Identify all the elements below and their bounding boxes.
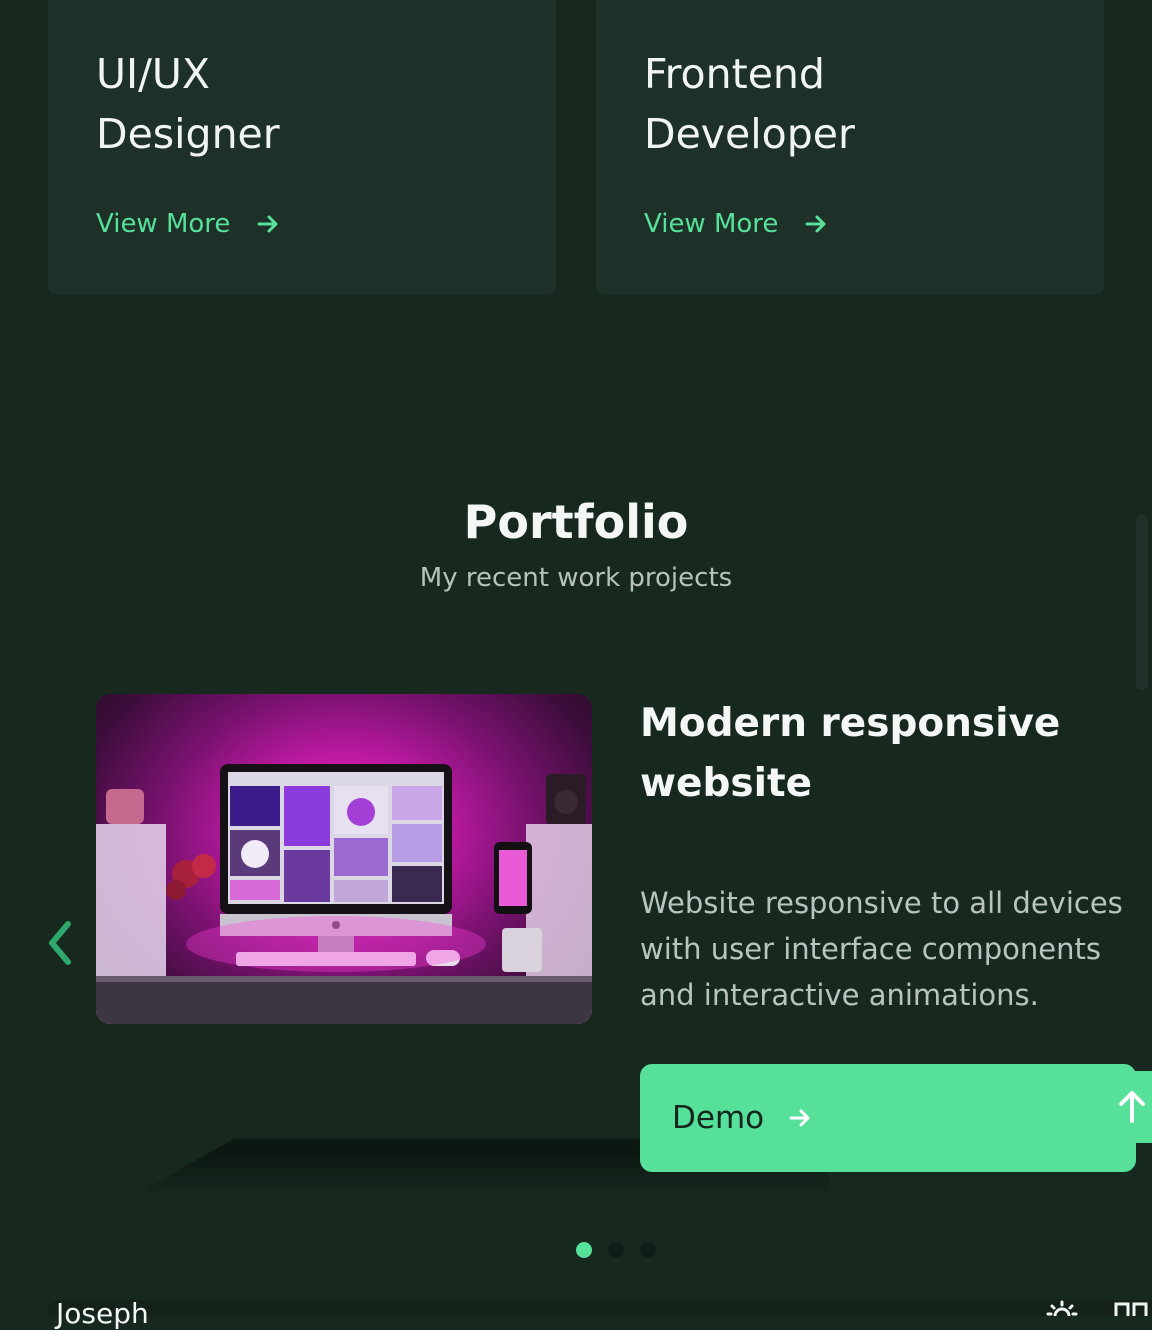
arrow-right-icon	[257, 215, 278, 233]
project-description: Website responsive to all devices with u…	[640, 886, 1123, 1012]
sun-icon[interactable]	[1046, 1300, 1078, 1316]
scrollbar-thumb[interactable]	[1136, 514, 1148, 690]
service-card-frontend: Frontend Developer View More	[596, 0, 1104, 294]
arrow-right-icon	[789, 1109, 810, 1127]
project-image-illustration	[96, 764, 592, 1024]
project-title: Modern responsive website	[640, 701, 1061, 806]
service-title-line1: UI/UX	[96, 50, 211, 98]
pagination-dot[interactable]	[608, 1242, 624, 1258]
view-more-link[interactable]: View More	[644, 204, 828, 244]
section-subtitle: My recent work projects	[419, 563, 733, 593]
view-more-label: View More	[96, 209, 231, 239]
view-more-label: View More	[644, 209, 779, 239]
pagination-dot[interactable]	[576, 1242, 592, 1258]
demo-button-label: Demo	[672, 1100, 765, 1136]
chevron-left-icon[interactable]	[44, 920, 76, 966]
service-title-line2: Developer	[644, 110, 855, 158]
project-image	[96, 694, 592, 1024]
brand-logo[interactable]: Joseph	[56, 1298, 149, 1330]
section-title: Portfolio	[463, 495, 689, 549]
service-title: Frontend Developer	[644, 44, 1004, 164]
grid-icon[interactable]	[1114, 1302, 1148, 1316]
scroll-up-button[interactable]	[1112, 1071, 1152, 1143]
carousel-pagination	[576, 1242, 656, 1258]
pagination-dot[interactable]	[640, 1242, 656, 1258]
demo-button[interactable]: Demo	[640, 1064, 1136, 1172]
service-title: UI/UX Designer	[96, 44, 456, 164]
view-more-link[interactable]: View More	[96, 204, 280, 244]
arrow-up-icon	[1119, 1091, 1145, 1123]
arrow-right-icon	[805, 215, 826, 233]
service-card-uiux: UI/UX Designer View More	[48, 0, 556, 294]
service-title-line2: Designer	[96, 110, 280, 158]
bottom-nav-bar	[48, 1300, 1152, 1316]
service-title-line1: Frontend	[644, 50, 825, 98]
